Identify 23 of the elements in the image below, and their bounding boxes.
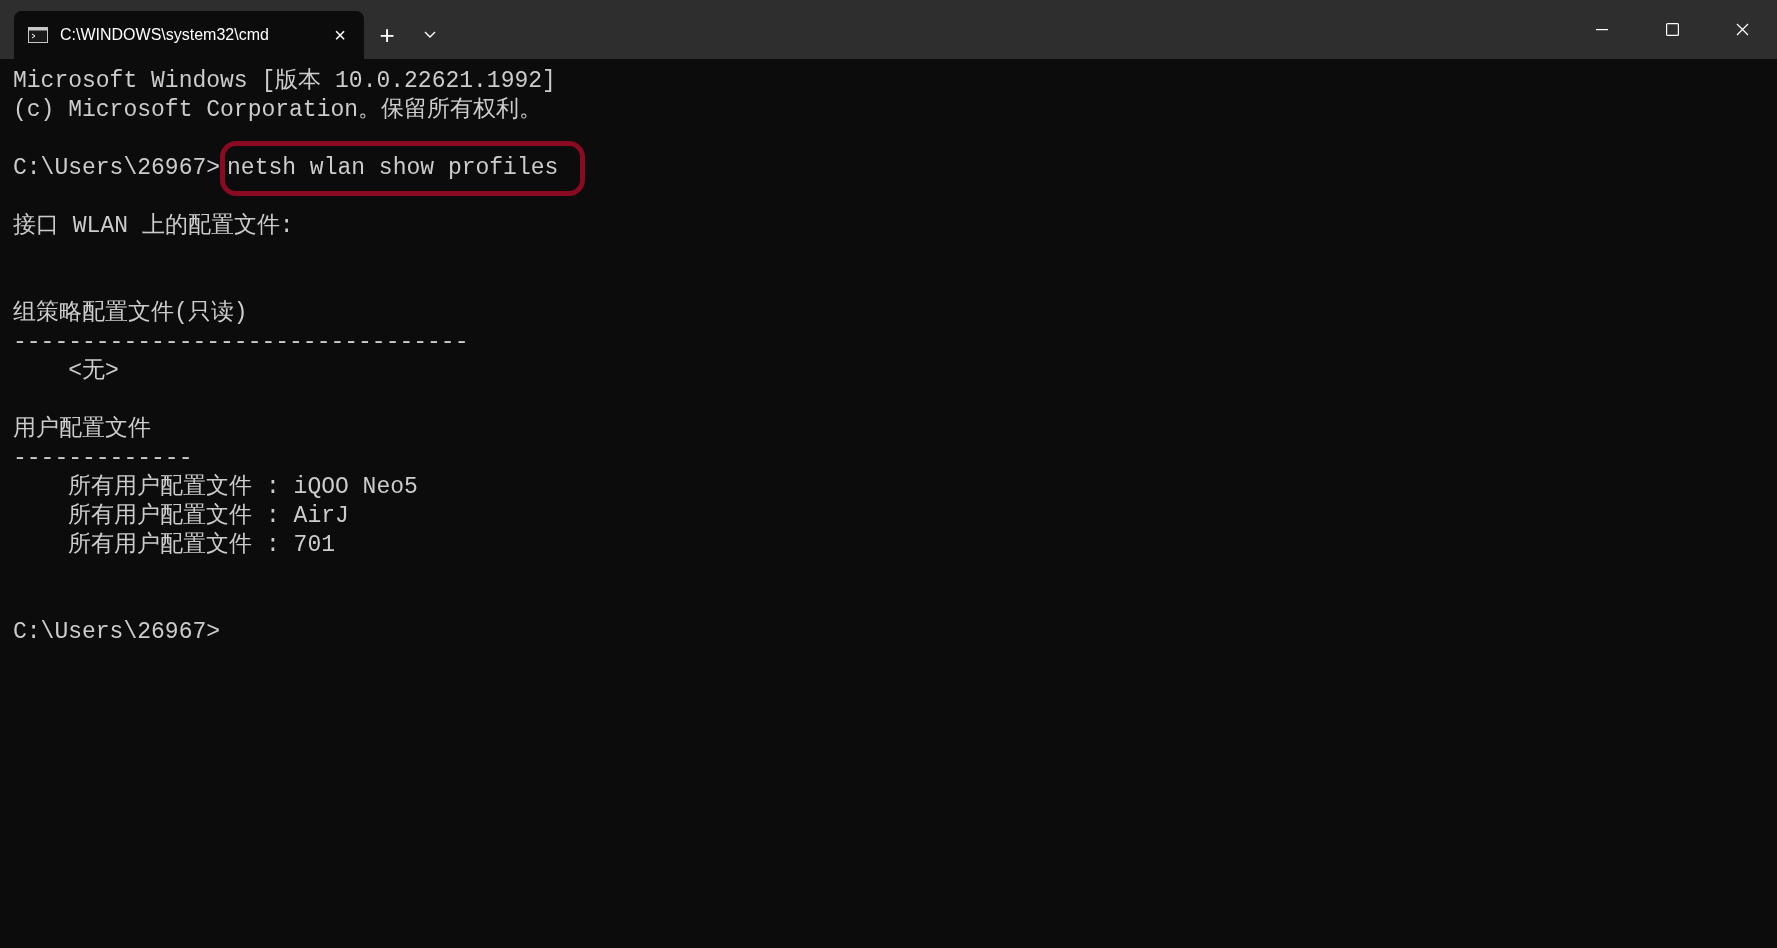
new-tab-button[interactable]: + bbox=[364, 13, 410, 57]
tab-close-button[interactable]: × bbox=[330, 25, 350, 45]
output-line: 用户配置文件 bbox=[13, 415, 151, 444]
minimize-icon bbox=[1596, 28, 1608, 31]
output-line: 所有用户配置文件 : AirJ bbox=[68, 502, 349, 531]
output-line: (c) Microsoft Corporation。保留所有权利。 bbox=[13, 96, 543, 125]
output-line: 所有用户配置文件 : iQOO Neo5 bbox=[68, 473, 418, 502]
output-line: 所有用户配置文件 : 701 bbox=[68, 531, 336, 560]
output-line: --------------------------------- bbox=[13, 328, 469, 357]
output-line: <无> bbox=[68, 357, 119, 386]
output-line: Microsoft Windows [版本 10.0.22621.1992] bbox=[13, 67, 556, 96]
tab-title: C:\WINDOWS\system32\cmd bbox=[60, 25, 270, 45]
output-line: 组策略配置文件(只读) bbox=[13, 299, 248, 328]
prompt: C:\Users\26967> bbox=[13, 154, 221, 183]
command: netsh wlan show profiles bbox=[227, 154, 559, 183]
output-line: ------------- bbox=[13, 444, 193, 473]
close-icon bbox=[1735, 23, 1749, 36]
terminal-icon bbox=[28, 27, 48, 43]
maximize-icon bbox=[1665, 23, 1679, 36]
terminal-tab[interactable]: C:\WINDOWS\system32\cmd × bbox=[14, 11, 364, 59]
output-line: 接口 WLAN 上的配置文件: bbox=[13, 212, 294, 241]
chevron-down-icon bbox=[424, 31, 436, 39]
prompt: C:\Users\26967> bbox=[13, 618, 221, 647]
